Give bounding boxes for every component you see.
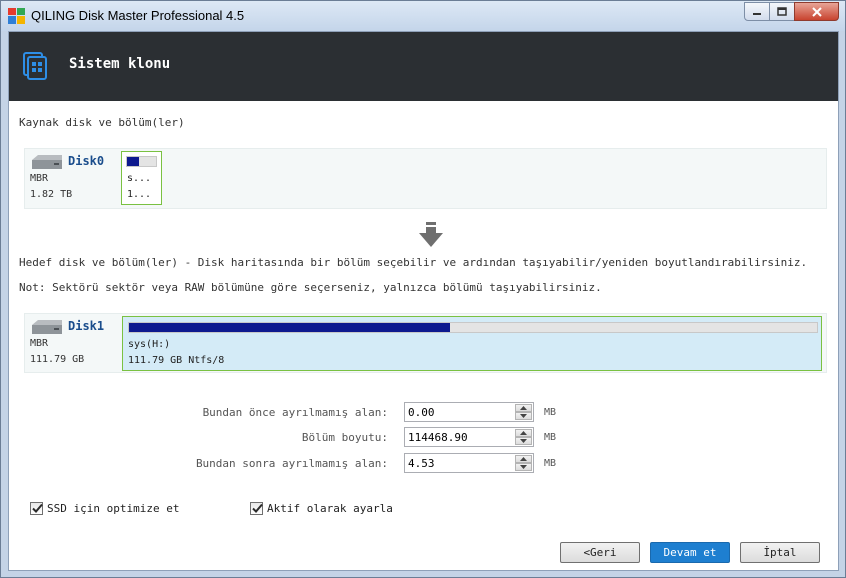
set-active-option[interactable]: Aktif olarak ayarla [250, 502, 393, 515]
unit-label: MB [544, 432, 557, 443]
stepper-up-button[interactable] [515, 404, 532, 412]
ssd-optimize-checkbox[interactable] [30, 502, 43, 515]
partition-size-input[interactable] [405, 428, 513, 446]
stepper-down-button[interactable] [515, 437, 532, 445]
minimize-button[interactable] [744, 2, 770, 21]
source-partition-fill [127, 157, 139, 166]
source-disk-name: Disk0 [68, 154, 105, 168]
minimize-icon [753, 12, 761, 15]
chevron-up-icon [520, 406, 527, 410]
target-partition-bar [128, 322, 818, 333]
target-disk-type: MBR [30, 338, 49, 349]
unallocated-before-input[interactable] [405, 403, 513, 421]
target-partition-fill [129, 323, 451, 332]
target-disk-name: Disk1 [68, 319, 105, 333]
stepper-up-button[interactable] [515, 429, 532, 437]
stepper-down-button[interactable] [515, 412, 532, 420]
arrow-down-icon [419, 222, 443, 247]
maximize-button[interactable] [769, 2, 795, 21]
chevron-down-icon [520, 414, 527, 418]
source-partition-name: s... [127, 173, 152, 184]
title-bar[interactable]: QILING Disk Master Professional 4.5 [1, 1, 845, 31]
source-partition-bar [126, 156, 157, 167]
target-partition-detail: 111.79 GB Ntfs/8 [128, 355, 225, 366]
stepper-down-button[interactable] [515, 463, 532, 471]
source-disk-type: MBR [30, 173, 49, 184]
chevron-down-icon [520, 465, 527, 469]
chevron-up-icon [520, 431, 527, 435]
target-note: Not: Sektörü sektör veya RAW bölümüne gö… [19, 281, 602, 294]
wizard-header: Sistem klonu [9, 32, 838, 101]
chevron-up-icon [520, 457, 527, 461]
unallocated-after-input[interactable] [405, 454, 513, 472]
unallocated-after-label: Bundan sonra ayrılmamış alan: [195, 457, 388, 470]
app-logo-icon [8, 8, 25, 24]
system-clone-icon [23, 52, 47, 80]
back-button[interactable]: <Geri [560, 542, 640, 563]
target-disk-size: 111.79 GB [30, 354, 85, 365]
target-section-label: Hedef disk ve bölüm(ler) - Disk haritası… [19, 256, 808, 269]
set-active-checkbox[interactable] [250, 502, 263, 515]
window-controls [744, 2, 839, 21]
close-icon [811, 6, 822, 17]
target-disk-row: Disk1 MBR 111.79 GB sys(H:) 111.79 GB Nt… [24, 313, 827, 373]
cancel-button[interactable]: İptal [740, 542, 820, 563]
next-button[interactable]: Devam et [650, 542, 730, 563]
checkmark-icon [252, 503, 263, 513]
close-button[interactable] [794, 2, 839, 21]
partition-size-label: Bölüm boyutu: [301, 431, 388, 444]
source-section-label: Kaynak disk ve bölüm(ler) [19, 116, 185, 129]
source-disk-size: 1.82 TB [30, 189, 73, 200]
page-title: Sistem klonu [69, 56, 171, 72]
chevron-down-icon [520, 439, 527, 443]
app-window: QILING Disk Master Professional 4.5 Sist… [0, 0, 846, 578]
hard-drive-icon [32, 320, 62, 334]
unallocated-before-stepper[interactable] [404, 402, 534, 422]
maximize-icon [777, 7, 787, 16]
wizard-panel: Sistem klonu Kaynak disk ve bölüm(ler) D… [8, 31, 839, 571]
stepper-up-button[interactable] [515, 455, 532, 463]
unit-label: MB [544, 458, 557, 469]
target-partition[interactable]: sys(H:) 111.79 GB Ntfs/8 [122, 316, 822, 371]
source-partition[interactable]: s... 1... [121, 151, 162, 205]
hard-drive-icon [32, 155, 62, 169]
ssd-optimize-label: SSD için optimize et [47, 502, 180, 515]
checkmark-icon [32, 503, 43, 513]
set-active-label: Aktif olarak ayarla [267, 502, 393, 515]
target-partition-name: sys(H:) [128, 339, 171, 350]
source-disk-info[interactable]: Disk0 MBR 1.82 TB [25, 149, 120, 208]
window-title: QILING Disk Master Professional 4.5 [31, 8, 245, 23]
unit-label: MB [544, 407, 557, 418]
unallocated-before-label: Bundan önce ayrılmamış alan: [202, 406, 388, 419]
source-disk-row: Disk0 MBR 1.82 TB s... 1... [24, 148, 827, 209]
unallocated-after-stepper[interactable] [404, 453, 534, 473]
target-disk-info[interactable]: Disk1 MBR 111.79 GB [25, 314, 120, 372]
source-partition-detail: 1... [127, 189, 152, 200]
partition-size-stepper[interactable] [404, 427, 534, 447]
ssd-optimize-option[interactable]: SSD için optimize et [30, 502, 179, 515]
